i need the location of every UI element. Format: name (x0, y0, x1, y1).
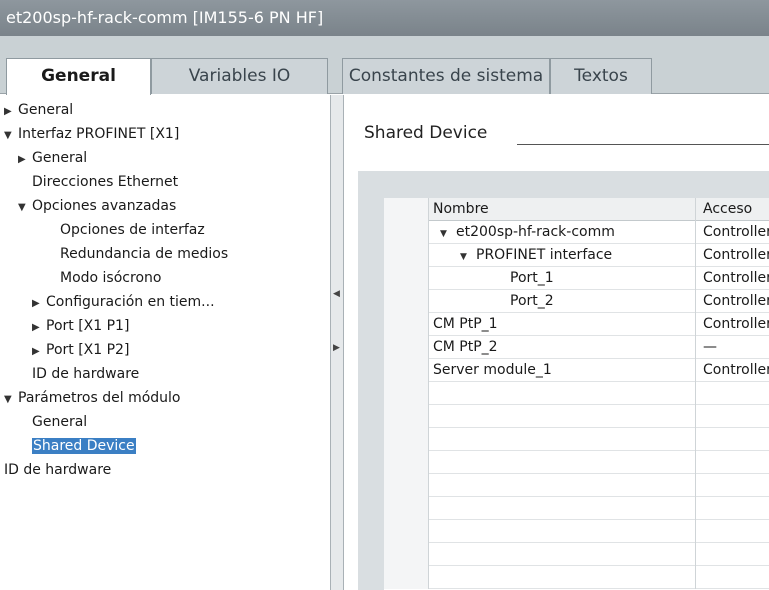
tab-general[interactable]: General (6, 58, 151, 95)
expand-arrow-icon[interactable]: ▶ (4, 100, 18, 124)
row-header (384, 405, 429, 428)
window-title: et200sp-hf-rack-comm [IM155-6 PN HF] (0, 0, 769, 36)
row-access[interactable]: Controller1 (697, 313, 769, 336)
table-row[interactable]: Port_2 Controller1 (384, 290, 769, 313)
table-row[interactable]: Server module_1 Controller1 (384, 359, 769, 382)
empty-row (384, 382, 769, 405)
row-header (384, 198, 429, 221)
nav-item-opciones-avanzadas[interactable]: ▼ Opciones avanzadas (18, 194, 176, 218)
table-row[interactable]: CM PtP_1 Controller1 (384, 313, 769, 336)
empty-row (384, 474, 769, 497)
row-header (384, 244, 429, 267)
row-access[interactable]: Controller1 (697, 221, 769, 244)
nav-item-interfaz-profinet[interactable]: ▼ Interfaz PROFINET [X1] (4, 122, 179, 146)
shared-device-table: Nombre Acceso ▼ et200sp-hf-rack-comm Cont… (384, 198, 769, 590)
table-frame: Nombre Acceso ▼ et200sp-hf-rack-comm Cont… (358, 171, 769, 590)
tab-bar: General Variables IO Constantes de siste… (0, 36, 769, 95)
empty-row (384, 428, 769, 451)
row-header (384, 382, 429, 405)
row-header (384, 543, 429, 566)
empty-row (384, 497, 769, 520)
empty-row (384, 566, 769, 589)
row-header (384, 520, 429, 543)
expand-arrow-icon[interactable]: ▶ (32, 340, 46, 364)
expand-arrow-icon[interactable]: ▶ (18, 148, 32, 172)
row-header (384, 474, 429, 497)
empty-row (384, 405, 769, 428)
nav-item-shared-device[interactable]: Shared Device (32, 434, 136, 458)
nav-item-redundancia-de-medios[interactable]: Redundancia de medios (60, 242, 228, 266)
empty-row (384, 451, 769, 474)
row-header (384, 290, 429, 313)
expand-arrow-icon[interactable]: ▶ (32, 292, 46, 316)
empty-row (384, 543, 769, 566)
nav-item-port-x1-p1[interactable]: ▶ Port [X1 P1] (32, 314, 129, 338)
tab-textos[interactable]: Textos (550, 58, 652, 94)
collapse-arrow-icon[interactable]: ▼ (4, 124, 18, 148)
tab-variables-io[interactable]: Variables IO (151, 58, 328, 94)
row-name: PROFINET interface (476, 247, 613, 263)
nav-item-opciones-de-interfaz[interactable]: Opciones de interfaz (60, 218, 205, 242)
row-access[interactable]: Controller1 (697, 290, 769, 313)
table-row[interactable]: CM PtP_2 — (384, 336, 769, 359)
tab-constantes-de-sistema[interactable]: Constantes de sistema (342, 58, 550, 94)
row-header (384, 267, 429, 290)
row-access[interactable]: — (697, 336, 769, 359)
collapse-arrow-icon[interactable]: ▼ (440, 223, 456, 244)
section-divider (517, 144, 769, 145)
row-header (384, 428, 429, 451)
row-name: et200sp-hf-rack-comm (456, 224, 615, 240)
nav-item-id-de-hardware[interactable]: ID de hardware (4, 458, 111, 482)
collapse-arrow-icon[interactable]: ▼ (4, 388, 18, 412)
row-header (384, 451, 429, 474)
nav-item-configuracion-en-tiempo[interactable]: ▶ Configuración en tiem... (32, 290, 215, 314)
table-row[interactable]: Port_1 Controller1 (384, 267, 769, 290)
properties-content: Shared Device Nombre Acceso ▼ et200sp-hf-… (344, 95, 769, 590)
row-access[interactable]: Controller1 (697, 244, 769, 267)
collapse-arrow-icon[interactable]: ▼ (460, 246, 476, 267)
section-title: Shared Device (364, 123, 488, 143)
row-header (384, 221, 429, 244)
nav-item-module-general[interactable]: General (32, 410, 87, 434)
row-access[interactable]: Controller1 (697, 267, 769, 290)
expand-right-arrow-icon[interactable]: ▶ (333, 343, 340, 353)
panel-splitter[interactable]: ◀ ▶ (330, 95, 344, 590)
row-header (384, 566, 429, 589)
expand-arrow-icon[interactable]: ▶ (32, 316, 46, 340)
row-name: CM PtP_1 (433, 316, 498, 332)
nav-item-port-x1-p2[interactable]: ▶ Port [X1 P2] (32, 338, 129, 362)
navigation-tree: ▶ General ▼ Interfaz PROFINET [X1] ▶ Genera… (0, 95, 330, 590)
nav-item-interface-id-de-hardware[interactable]: ID de hardware (32, 362, 139, 386)
nav-item-general[interactable]: ▶ General (4, 98, 73, 122)
row-header (384, 359, 429, 382)
row-header (384, 336, 429, 359)
table-header-row: Nombre Acceso (384, 198, 769, 221)
table-row[interactable]: ▼PROFINET interface Controller1 (384, 244, 769, 267)
row-name: CM PtP_2 (433, 339, 498, 355)
nav-item-modo-isocrono[interactable]: Modo isócrono (60, 266, 161, 290)
nav-item-direcciones-ethernet[interactable]: Direcciones Ethernet (32, 170, 178, 194)
empty-row (384, 520, 769, 543)
row-name: Port_1 (510, 270, 554, 286)
row-access[interactable]: Controller1 (697, 359, 769, 382)
collapse-arrow-icon[interactable]: ▼ (18, 196, 32, 220)
row-header (384, 497, 429, 520)
table-row[interactable]: ▼et200sp-hf-rack-comm Controller1 (384, 221, 769, 244)
column-header-nombre[interactable]: Nombre (430, 198, 696, 221)
row-name: Port_2 (510, 293, 554, 309)
nav-item-parametros-del-modulo[interactable]: ▼ Parámetros del módulo (4, 386, 180, 410)
nav-item-interface-general[interactable]: ▶ General (18, 146, 87, 170)
collapse-left-arrow-icon[interactable]: ◀ (333, 289, 340, 299)
row-header (384, 313, 429, 336)
row-name: Server module_1 (433, 362, 552, 378)
column-header-acceso[interactable]: Acceso (697, 198, 769, 221)
